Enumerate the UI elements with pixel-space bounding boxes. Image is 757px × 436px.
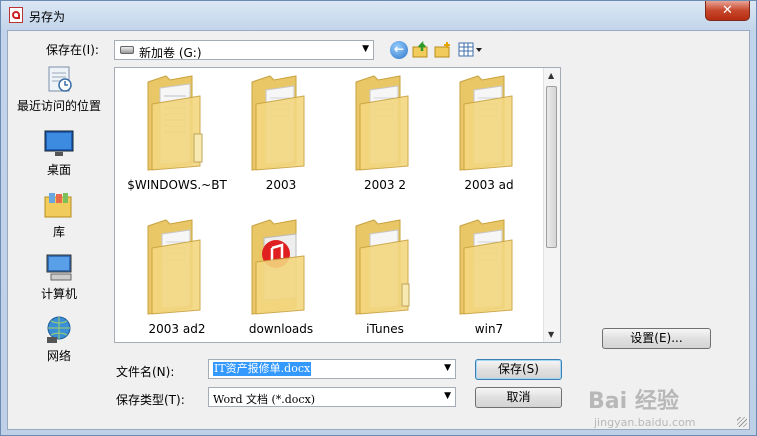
list-item[interactable]: $WINDOWS.~BT [127, 74, 227, 192]
places-bar: 最近访问的位置 桌面 库 计算机 网络 [14, 65, 109, 365]
filename-input[interactable]: IT资产报修单.docx ▼ [208, 359, 456, 379]
folder-icon [147, 75, 203, 171]
settings-button[interactable]: 设置(E)... [602, 328, 711, 349]
folder-icon [355, 219, 410, 315]
place-network[interactable]: 网络 [14, 315, 104, 364]
place-recent[interactable]: 最近访问的位置 [14, 65, 104, 114]
folder-icon [251, 75, 305, 171]
list-item[interactable]: iTunes [335, 218, 435, 336]
scroll-up-icon[interactable]: ▲ [548, 71, 554, 80]
folder-icon [459, 75, 513, 171]
watermark: Bai 经验 jingyan.baidu.com [588, 383, 696, 429]
watermark-logo: Bai 经验 [588, 389, 679, 414]
file-name: downloads [248, 322, 314, 336]
file-list[interactable]: $WINDOWS.~BT 2003 2003 2 2003 ad 2003 ad… [114, 67, 561, 343]
resize-grip[interactable] [737, 417, 747, 427]
network-icon [43, 315, 75, 345]
title-bar[interactable]: 另存为 ✕ [1, 1, 756, 29]
vertical-scrollbar[interactable]: ▲ ▼ [543, 68, 560, 342]
file-name: 2003 ad [464, 178, 514, 192]
folder-icon [459, 219, 513, 315]
close-button[interactable]: ✕ [705, 1, 750, 21]
list-item[interactable]: downloads [231, 218, 331, 336]
file-name: iTunes [366, 322, 404, 336]
chevron-down-icon[interactable]: ▼ [444, 363, 451, 373]
place-libraries[interactable]: 库 [14, 191, 104, 240]
cancel-button[interactable]: 取消 [475, 387, 562, 408]
watermark-url: jingyan.baidu.com [594, 416, 696, 429]
scroll-down-icon[interactable]: ▼ [548, 330, 554, 339]
filetype-dropdown[interactable]: Word 文档 (*.docx) ▼ [208, 387, 456, 407]
list-item[interactable]: win7 [439, 218, 539, 336]
recent-places-icon [43, 65, 75, 95]
back-arrow-icon[interactable]: ← [390, 41, 408, 59]
file-name: 2003 2 [364, 178, 406, 192]
folder-icon [355, 75, 409, 171]
place-label: 网络 [46, 349, 71, 363]
filename-value: IT资产报修单.docx [213, 362, 312, 376]
music-folder-icon [251, 219, 305, 315]
views-menu-icon[interactable] [458, 41, 484, 59]
list-item[interactable]: 2003 [231, 74, 331, 192]
save-in-label: 保存在(I): [46, 43, 99, 57]
list-item[interactable]: 2003 ad [439, 74, 539, 192]
list-item[interactable]: 2003 2 [335, 74, 435, 192]
window-title: 另存为 [29, 10, 66, 24]
drive-icon [120, 46, 134, 54]
place-label: 计算机 [40, 287, 77, 301]
folder-icon [147, 219, 201, 315]
place-label: 库 [52, 225, 65, 239]
location-value: 新加卷 (G:) [139, 46, 202, 60]
dialog-body: 保存在(I): 新加卷 (G:) ▼ ← 最近访问的位置 桌面 库 计算机 网络… [7, 30, 750, 430]
place-label: 桌面 [46, 163, 71, 177]
filetype-value: Word 文档 (*.docx) [213, 393, 316, 406]
up-folder-icon[interactable] [412, 40, 430, 59]
filename-label: 文件名(N): [116, 365, 175, 379]
pdf-app-icon [9, 7, 23, 23]
place-desktop[interactable]: 桌面 [14, 129, 104, 178]
file-name: $WINDOWS.~BT [127, 178, 227, 192]
desktop-icon [43, 129, 75, 159]
computer-icon [43, 253, 75, 283]
file-name: 2003 [265, 178, 297, 192]
libraries-icon [43, 191, 75, 221]
new-folder-icon[interactable] [434, 41, 452, 59]
place-computer[interactable]: 计算机 [14, 253, 104, 302]
file-name: 2003 ad2 [148, 322, 206, 336]
scrollbar-thumb[interactable] [546, 86, 557, 248]
filetype-label: 保存类型(T): [116, 393, 185, 407]
list-item[interactable]: 2003 ad2 [127, 218, 227, 336]
save-button[interactable]: 保存(S) [475, 359, 562, 380]
file-name: win7 [474, 322, 504, 336]
save-as-dialog: 另存为 ✕ 保存在(I): 新加卷 (G:) ▼ ← 最近访问的位置 桌面 库 … [0, 0, 757, 436]
chevron-down-icon[interactable]: ▼ [444, 391, 451, 401]
place-label: 最近访问的位置 [16, 99, 101, 113]
location-dropdown[interactable]: 新加卷 (G:) ▼ [114, 40, 374, 60]
chevron-down-icon[interactable]: ▼ [362, 44, 369, 54]
